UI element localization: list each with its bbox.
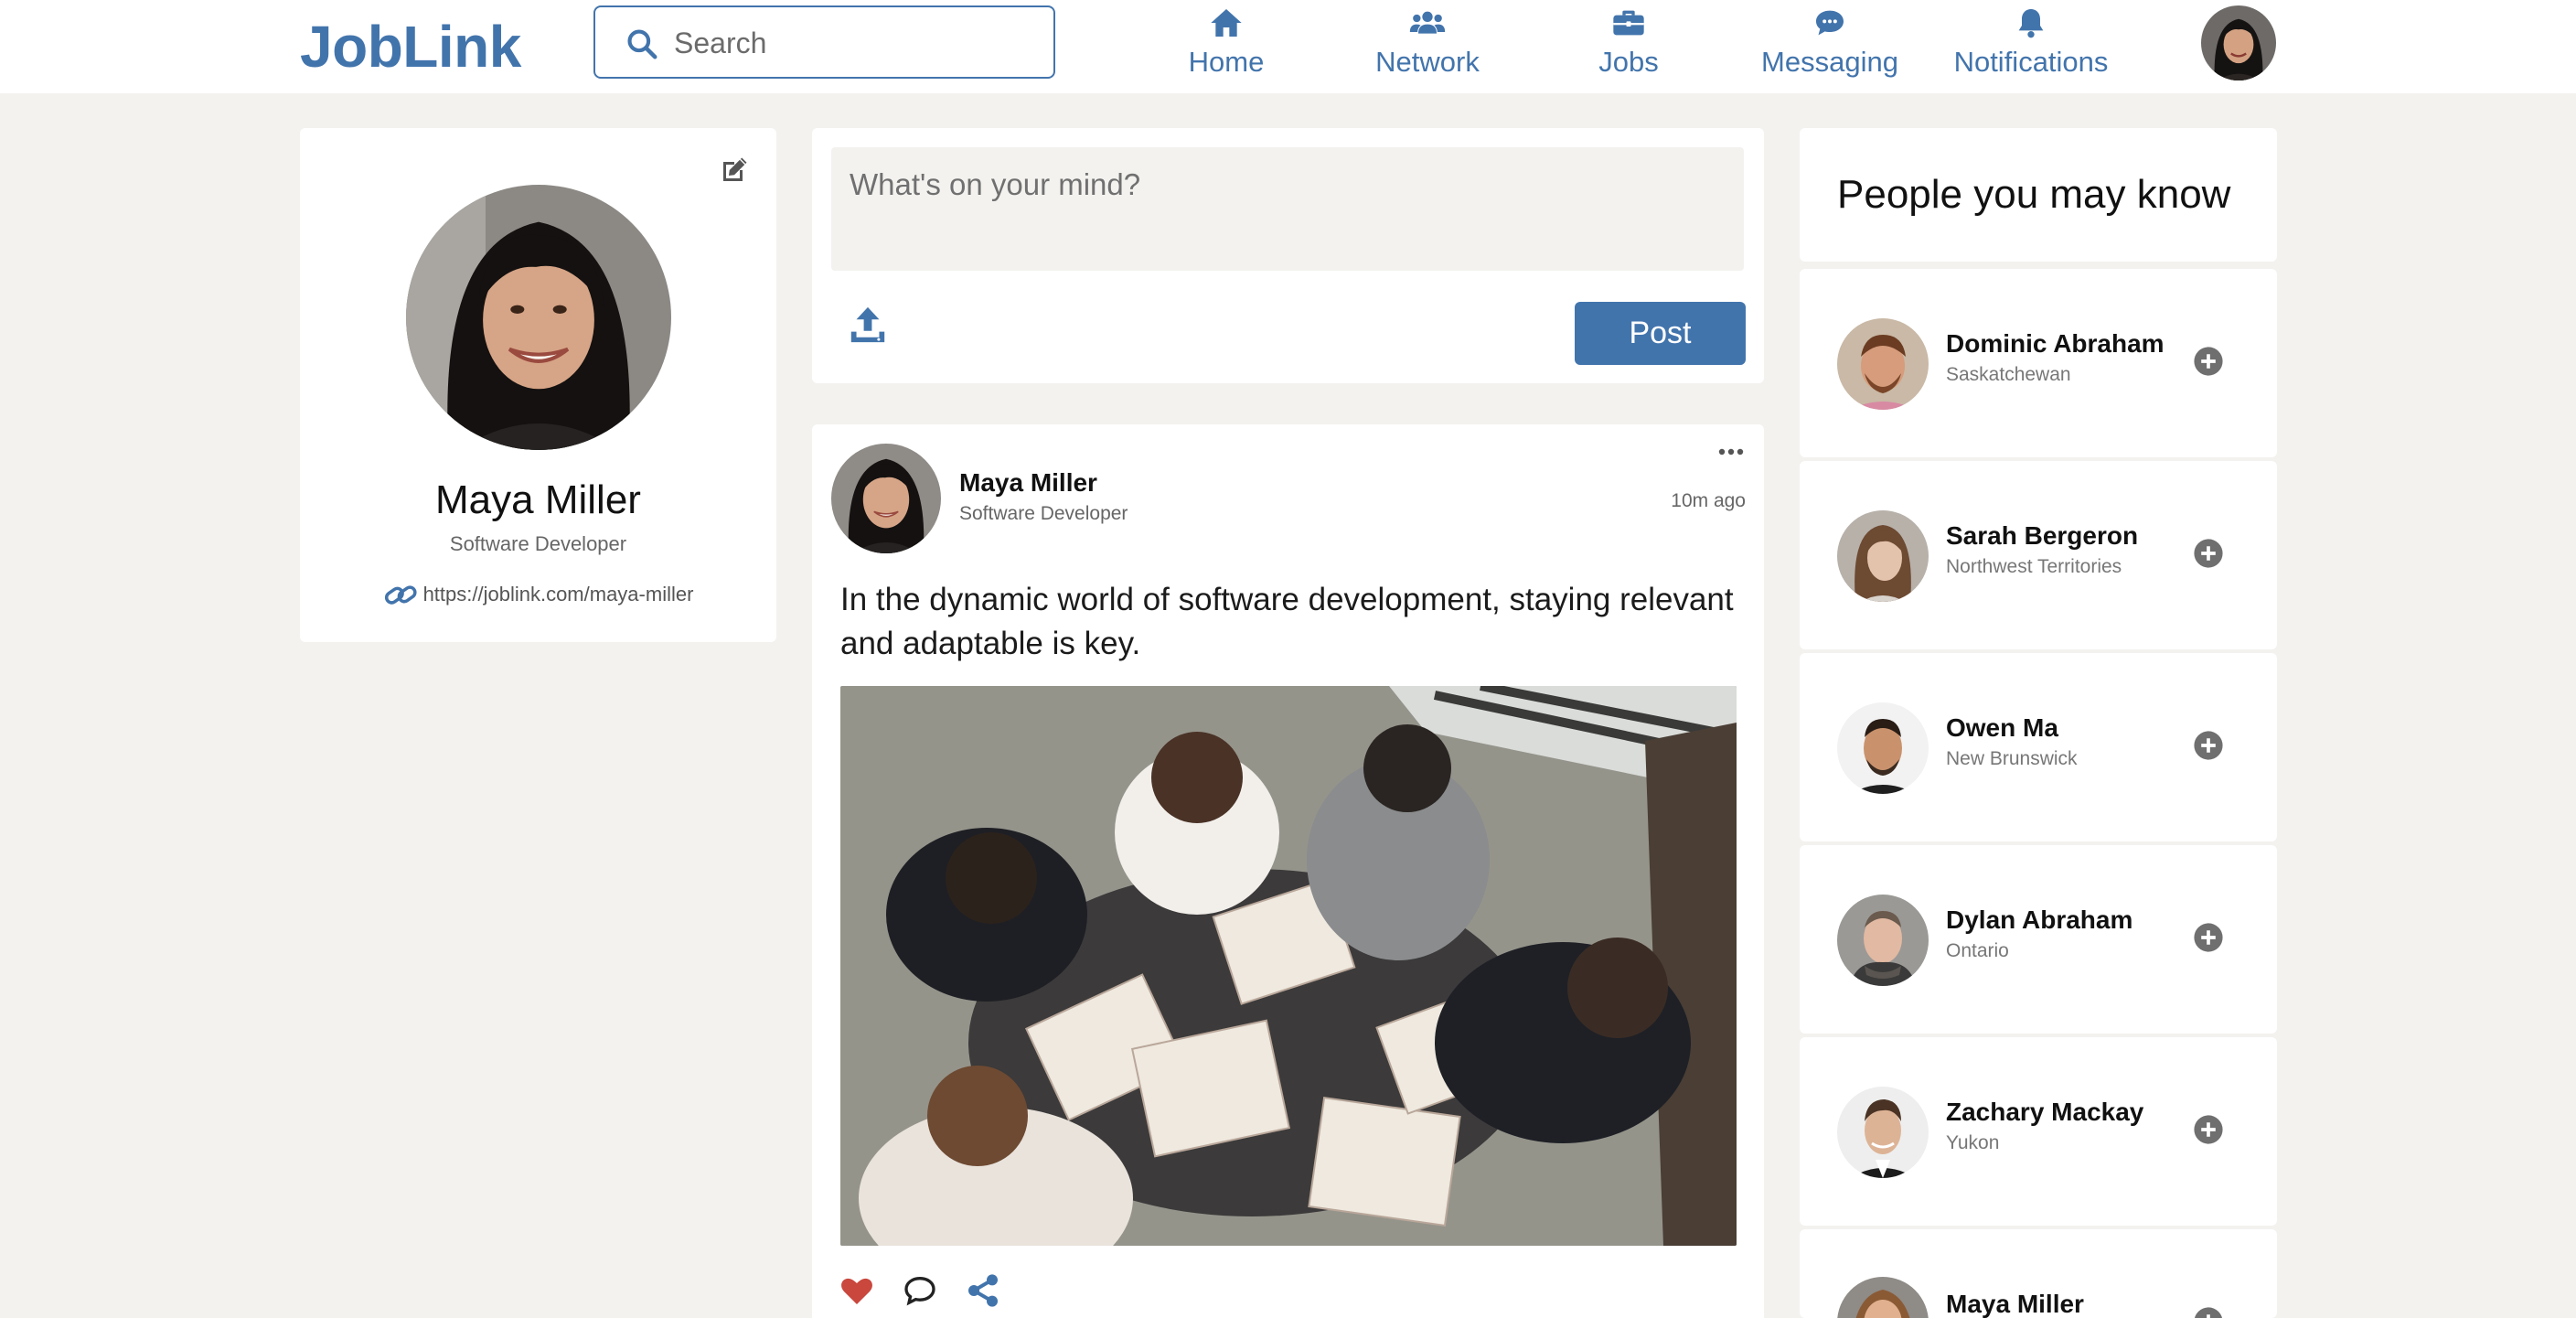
suggestion-location: Saskatchewan (1946, 364, 2071, 385)
add-connection-icon[interactable] (2193, 538, 2224, 569)
nav-jobs-label: Jobs (1598, 46, 1659, 78)
share-icon[interactable] (965, 1272, 1001, 1309)
suggestion-name[interactable]: Sarah Bergeron (1946, 521, 2138, 551)
top-navbar: JobLink Home Network Jobs (0, 0, 2576, 93)
search-input[interactable] (674, 20, 1040, 66)
suggestion-card: Owen Ma New Brunswick (1800, 653, 2277, 841)
profile-title: Software Developer (449, 532, 627, 555)
profile-card: Maya Miller Software Developer https://j… (300, 128, 776, 642)
chat-icon (1816, 10, 1844, 36)
like-icon[interactable] (839, 1272, 875, 1309)
suggestion-card: Maya Miller (1800, 1229, 2277, 1318)
suggestion-avatar[interactable] (1837, 318, 1929, 410)
nav-home[interactable]: Home (1126, 0, 1327, 91)
suggestion-name[interactable]: Owen Ma (1946, 713, 2058, 743)
add-connection-icon[interactable] (2193, 922, 2224, 953)
nav-network-label: Network (1375, 46, 1480, 78)
suggestion-name[interactable]: Dylan Abraham (1946, 905, 2132, 935)
upload-icon[interactable] (847, 304, 889, 346)
suggestion-avatar[interactable] (1837, 1277, 1929, 1318)
suggestion-card: Dylan Abraham Ontario (1800, 845, 2277, 1034)
suggestion-card: Sarah Bergeron Northwest Territories (1800, 461, 2277, 649)
suggestion-avatar[interactable] (1837, 510, 1929, 602)
profile-link-text[interactable]: https://joblink.com/maya-miller (423, 583, 694, 605)
nav-jobs[interactable]: Jobs (1528, 0, 1729, 91)
feed-post: Maya Miller Software Developer 10m ago I… (812, 424, 1764, 1318)
post-input[interactable] (831, 147, 1744, 271)
suggestion-card: Zachary Mackay Yukon (1800, 1037, 2277, 1226)
suggestion-location: New Brunswick (1946, 748, 2078, 769)
post-body-text: In the dynamic world of software develop… (840, 582, 1734, 661)
suggestion-avatar[interactable] (1837, 895, 1929, 986)
nav-messaging-label: Messaging (1761, 46, 1898, 78)
suggestion-location: Northwest Territories (1946, 556, 2122, 577)
suggestion-name[interactable]: Dominic Abraham (1946, 329, 2164, 359)
post-author-avatar[interactable] (831, 444, 941, 553)
suggestion-name[interactable]: Maya Miller (1946, 1290, 2084, 1318)
post-author-title: Software Developer (959, 503, 1128, 524)
nav-network[interactable]: Network (1327, 0, 1528, 91)
network-icon (1409, 11, 1446, 34)
more-options-icon[interactable] (1716, 445, 1746, 459)
nav-notifications[interactable]: Notifications (1930, 0, 2132, 91)
post-button[interactable]: Post (1575, 302, 1746, 365)
suggestions-header: People you may know (1800, 128, 2277, 262)
profile-avatar (406, 185, 671, 450)
suggestion-location: Yukon (1946, 1132, 2000, 1153)
profile-link[interactable]: https://joblink.com/maya-miller (300, 582, 776, 609)
post-timestamp: 10m ago (1671, 490, 1746, 511)
joblink-logo[interactable]: JobLink (300, 13, 521, 80)
add-connection-icon[interactable] (2193, 730, 2224, 761)
search-icon (627, 29, 657, 59)
home-icon (1211, 9, 1242, 37)
profile-name: Maya Miller (435, 477, 641, 522)
edit-icon[interactable] (718, 154, 751, 187)
suggestion-card: Dominic Abraham Saskatchewan (1800, 269, 2277, 457)
briefcase-icon (1613, 10, 1644, 36)
user-avatar[interactable] (2201, 5, 2276, 80)
nav-notifications-label: Notifications (1953, 46, 2109, 78)
add-connection-icon[interactable] (2193, 346, 2224, 377)
nav-home-label: Home (1188, 46, 1265, 78)
post-image[interactable] (840, 686, 1737, 1246)
suggestion-avatar[interactable] (1837, 702, 1929, 794)
add-connection-icon[interactable] (2193, 1114, 2224, 1145)
suggestion-location: Ontario (1946, 940, 2009, 961)
suggestion-name[interactable]: Zachary Mackay (1946, 1098, 2143, 1127)
post-author-name[interactable]: Maya Miller (959, 468, 1097, 498)
search-box[interactable] (593, 5, 1055, 79)
suggestion-avatar[interactable] (1837, 1087, 1929, 1178)
bell-icon (2018, 9, 2044, 38)
comment-icon[interactable] (902, 1272, 938, 1309)
add-connection-icon[interactable] (2193, 1306, 2224, 1318)
link-icon (384, 585, 417, 605)
suggestions-title: People you may know (1837, 172, 2231, 217)
nav-messaging[interactable]: Messaging (1729, 0, 1930, 91)
